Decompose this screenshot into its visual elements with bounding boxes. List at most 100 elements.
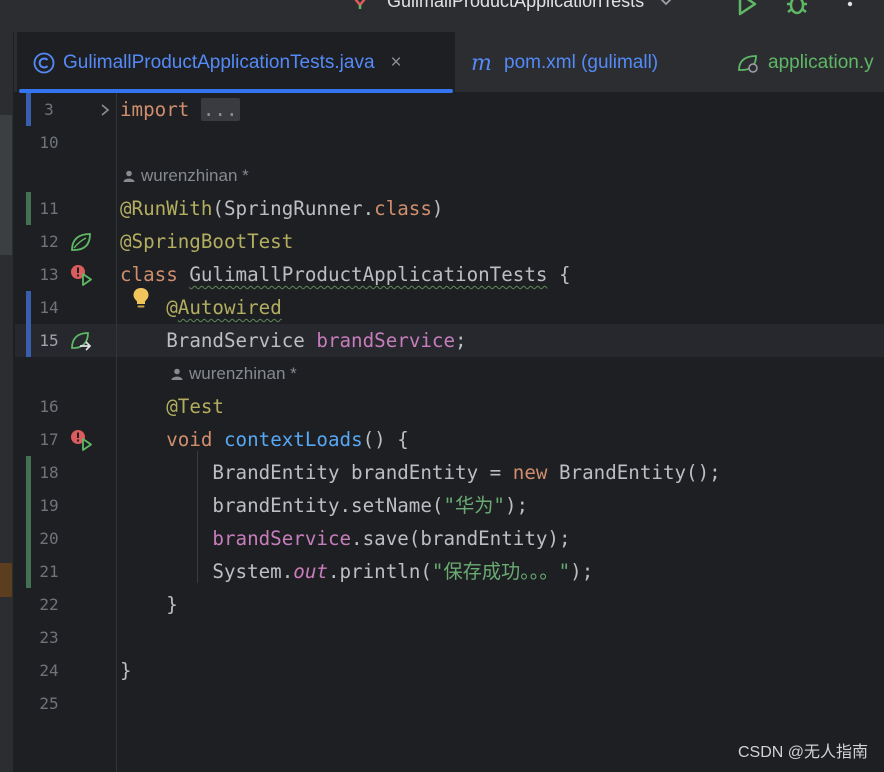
- line-number: 17: [39, 430, 59, 449]
- line-number: 18: [39, 463, 59, 482]
- field-name: brandService: [316, 329, 456, 352]
- code-text: System.out.println("保存成功。。。");: [120, 555, 593, 588]
- run-test-with-error-icon[interactable]: [69, 429, 93, 451]
- current-code-line: 15 BrandService brandService;: [15, 324, 884, 357]
- structure-scroll-thumb[interactable]: [0, 115, 12, 255]
- keyword: new: [512, 461, 548, 484]
- code-text: BrandEntity brandEntity = new BrandEntit…: [120, 456, 721, 489]
- code-line: 18 BrandEntity brandEntity = new BrandEn…: [15, 456, 884, 489]
- code-text: brandService.save(brandEntity);: [120, 522, 570, 555]
- code-line: 11 @RunWith(SpringRunner.class): [15, 192, 884, 225]
- code-line: 22 }: [15, 588, 884, 621]
- left-tool-strip: [0, 32, 14, 93]
- debug-icon[interactable]: [785, 0, 809, 16]
- line-number: 22: [39, 595, 59, 614]
- run-config-label: GulimallProductApplicationTests: [387, 0, 645, 11]
- error-stripe-mark: [0, 563, 12, 597]
- code-text: @SpringBootTest: [120, 225, 293, 258]
- keyword: class: [374, 197, 432, 220]
- code-author-inlay[interactable]: wurenzhinan *: [171, 357, 297, 390]
- code-text: import ...: [120, 93, 240, 126]
- tab-gulimall-product-application-tests[interactable]: GulimallProductApplicationTests.java ×: [17, 32, 455, 93]
- code-line: 21 System.out.println("保存成功。。。");: [15, 555, 884, 588]
- string-literal: "保存成功。。。": [431, 560, 571, 583]
- code-line: 12 @SpringBootTest: [15, 225, 884, 258]
- import-keyword: import: [120, 98, 190, 121]
- code-text: class GulimallProductApplicationTests {: [120, 258, 571, 291]
- lightbulb-icon[interactable]: [132, 287, 150, 311]
- indent-guide: [197, 451, 198, 583]
- more-icon[interactable]: [838, 0, 862, 16]
- tab-application-config[interactable]: application.y: [736, 32, 874, 93]
- code-line: 10: [15, 126, 884, 159]
- author-name: wurenzhinan *: [141, 166, 249, 185]
- line-number: 24: [39, 661, 59, 680]
- code-token: );: [504, 494, 529, 517]
- code-text: BrandService brandService;: [120, 324, 466, 357]
- code-token: (SpringRunner.: [212, 197, 375, 220]
- annotation: @SpringBootTest: [120, 230, 294, 253]
- code-line: 16 @Test: [15, 390, 884, 423]
- code-text: brandEntity.setName("华为");: [120, 489, 528, 522]
- code-author-inlay[interactable]: wurenzhinan *: [123, 159, 249, 192]
- spring-config-icon: [736, 52, 760, 74]
- annotation: @RunWith: [120, 197, 213, 220]
- code-line: 3 import ...: [15, 93, 884, 126]
- line-number: 11: [39, 199, 59, 218]
- line-number: 23: [39, 628, 59, 647]
- code-token: System.: [212, 560, 294, 583]
- code-text: @Test: [120, 390, 224, 423]
- code-editor[interactable]: 3 import ... 10 wurenzhinan * 11 @RunWit…: [15, 93, 884, 772]
- person-icon: [171, 368, 183, 380]
- code-token: .println(: [327, 560, 432, 583]
- code-text: }: [120, 654, 132, 687]
- code-line: 17 void contextLoads() {: [15, 423, 884, 456]
- line-number: 10: [39, 133, 59, 152]
- class-name: GulimallProductApplicationTests: [189, 263, 548, 286]
- run-test-with-error-icon[interactable]: [69, 264, 93, 286]
- close-tab-icon[interactable]: ×: [391, 52, 402, 74]
- folded-imports[interactable]: ...: [200, 98, 240, 121]
- field-name: brandService: [212, 527, 352, 550]
- line-number: 16: [39, 397, 59, 416]
- code-token: brandEntity.setName(: [212, 494, 444, 517]
- line-number: 14: [39, 298, 59, 317]
- annotation-name: Autowired: [177, 296, 282, 319]
- run-configuration-selector[interactable]: GulimallProductApplicationTests: [350, 0, 673, 12]
- title-bar: GulimallProductApplicationTests: [0, 0, 884, 32]
- line-number: 20: [39, 529, 59, 548]
- code-text: void contextLoads() {: [120, 423, 409, 456]
- keyword: class: [120, 263, 178, 286]
- code-text: @RunWith(SpringRunner.class): [120, 192, 443, 225]
- gutter-separator: [116, 93, 117, 772]
- spring-bean-icon[interactable]: [69, 231, 93, 253]
- code-text: }: [120, 588, 178, 621]
- code-line: 25: [15, 687, 884, 720]
- line-number: 25: [39, 694, 59, 713]
- static-field: out: [293, 560, 328, 583]
- author-name: wurenzhinan *: [189, 364, 297, 383]
- tab-pom-xml[interactable]: m pom.xml (gulimall): [470, 32, 658, 93]
- line-number: 13: [39, 265, 59, 284]
- line-number: 19: [39, 496, 59, 515]
- code-token: @: [166, 296, 178, 319]
- junit-config-icon: [354, 0, 366, 10]
- svg-text:m: m: [471, 52, 492, 74]
- code-line: 20 brandService.save(brandEntity);: [15, 522, 884, 555]
- code-token: () {: [362, 428, 409, 451]
- watermark: CSDN @无人指南: [737, 744, 868, 761]
- code-token: BrandEntity();: [547, 461, 721, 484]
- code-token: );: [570, 560, 594, 583]
- java-class-icon: [33, 52, 55, 74]
- chevron-down-icon: [660, 0, 672, 6]
- line-number: 12: [39, 232, 59, 251]
- navigate-to-bean-icon[interactable]: [69, 330, 93, 352]
- tab-label: application.y: [768, 51, 874, 73]
- code-token: BrandEntity brandEntity =: [212, 461, 513, 484]
- annotation: @Test: [166, 395, 224, 418]
- code-token: ): [431, 197, 444, 220]
- line-number: 21: [39, 562, 59, 581]
- run-icon[interactable]: [735, 0, 759, 16]
- fold-chevron-icon[interactable]: [100, 93, 110, 126]
